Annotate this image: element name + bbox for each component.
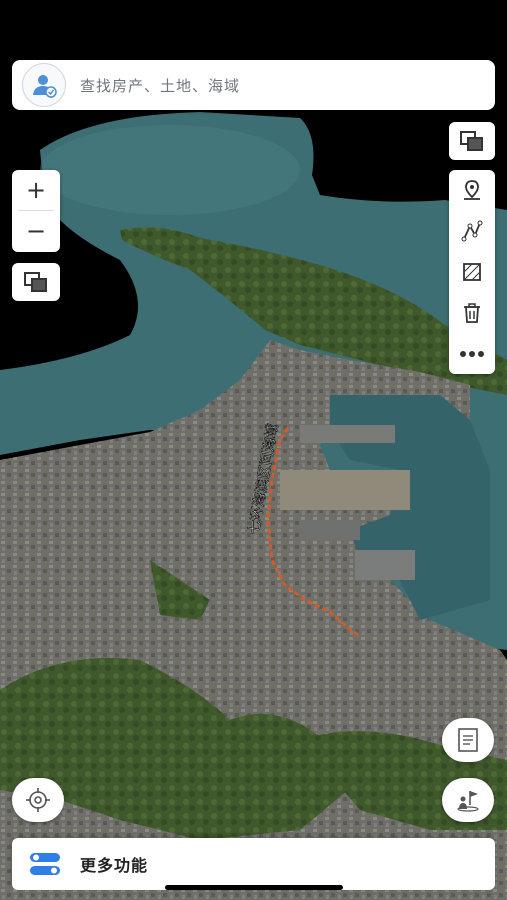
more-functions-label: 更多功能	[80, 856, 149, 875]
basemap-button[interactable]	[449, 122, 495, 160]
measure-line-button[interactable]	[449, 211, 495, 252]
zoom-in-button[interactable]: +	[12, 170, 60, 210]
trash-icon	[464, 303, 480, 323]
user-avatar[interactable]	[22, 63, 66, 107]
zoom-control: + −	[12, 170, 60, 252]
navigation-button[interactable]	[442, 778, 494, 822]
person-flag-icon	[457, 791, 479, 812]
crosshair-icon	[26, 788, 50, 812]
user-verified-icon	[33, 75, 57, 98]
location-pin-icon	[464, 180, 480, 201]
draw-toolbar	[449, 170, 495, 374]
search-bar[interactable]: 查找房产、土地、海域	[12, 60, 495, 110]
layers-icon	[24, 272, 47, 292]
layers-icon	[460, 131, 483, 151]
home-indicator[interactable]	[165, 885, 343, 890]
more-functions-bar[interactable]: 更多功能	[12, 838, 495, 890]
mark-point-button[interactable]	[449, 170, 495, 211]
status-bar	[0, 0, 507, 50]
document-list-icon	[458, 728, 478, 752]
delete-button[interactable]	[449, 292, 495, 333]
legend-button[interactable]	[442, 718, 494, 762]
more-icon	[460, 350, 484, 357]
map-canvas[interactable]: 七环海滨区间海域	[0, 50, 507, 900]
locate-me-button[interactable]	[12, 778, 64, 822]
measure-area-button[interactable]	[449, 252, 495, 293]
polyline-icon	[461, 220, 483, 242]
layer-switch-button[interactable]	[12, 263, 60, 301]
polygon-area-icon	[463, 263, 481, 281]
satellite-map[interactable]: 七环海滨区间海域	[0, 50, 507, 900]
zoom-out-button[interactable]: −	[12, 211, 60, 251]
toggle-switches-icon	[30, 853, 60, 875]
search-input[interactable]: 查找房产、土地、海域	[80, 75, 240, 96]
more-button[interactable]	[449, 333, 495, 374]
